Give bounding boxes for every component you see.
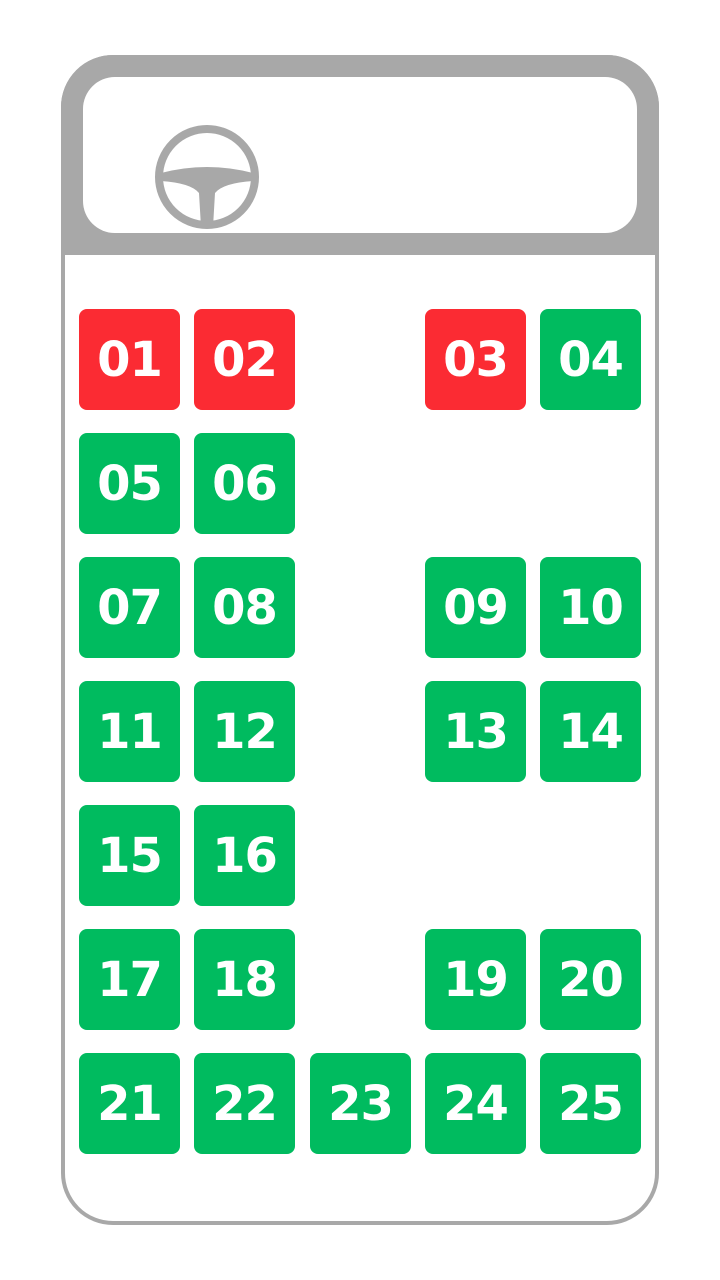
seat-24[interactable]: 24	[425, 1053, 526, 1154]
seat-14[interactable]: 14	[540, 681, 641, 782]
steering-wheel-icon	[155, 125, 259, 229]
seat-21[interactable]: 21	[79, 1053, 180, 1154]
seat-09[interactable]: 09	[425, 557, 526, 658]
seat-02[interactable]: 02	[194, 309, 295, 410]
seat-06[interactable]: 06	[194, 433, 295, 534]
seat-22[interactable]: 22	[194, 1053, 295, 1154]
seat-17[interactable]: 17	[79, 929, 180, 1030]
seat-05[interactable]: 05	[79, 433, 180, 534]
seat-04[interactable]: 04	[540, 309, 641, 410]
seat-25[interactable]: 25	[540, 1053, 641, 1154]
seat-19[interactable]: 19	[425, 929, 526, 1030]
seat-01[interactable]: 01	[79, 309, 180, 410]
seat-07[interactable]: 07	[79, 557, 180, 658]
seat-11[interactable]: 11	[79, 681, 180, 782]
seat-23[interactable]: 23	[310, 1053, 411, 1154]
seat-12[interactable]: 12	[194, 681, 295, 782]
seat-20[interactable]: 20	[540, 929, 641, 1030]
seat-15[interactable]: 15	[79, 805, 180, 906]
seat-13[interactable]: 13	[425, 681, 526, 782]
seat-08[interactable]: 08	[194, 557, 295, 658]
seat-16[interactable]: 16	[194, 805, 295, 906]
seat-03[interactable]: 03	[425, 309, 526, 410]
driver-cabin	[61, 55, 659, 255]
driver-cabin-window	[83, 77, 637, 233]
seat-10[interactable]: 10	[540, 557, 641, 658]
seat-18[interactable]: 18	[194, 929, 295, 1030]
